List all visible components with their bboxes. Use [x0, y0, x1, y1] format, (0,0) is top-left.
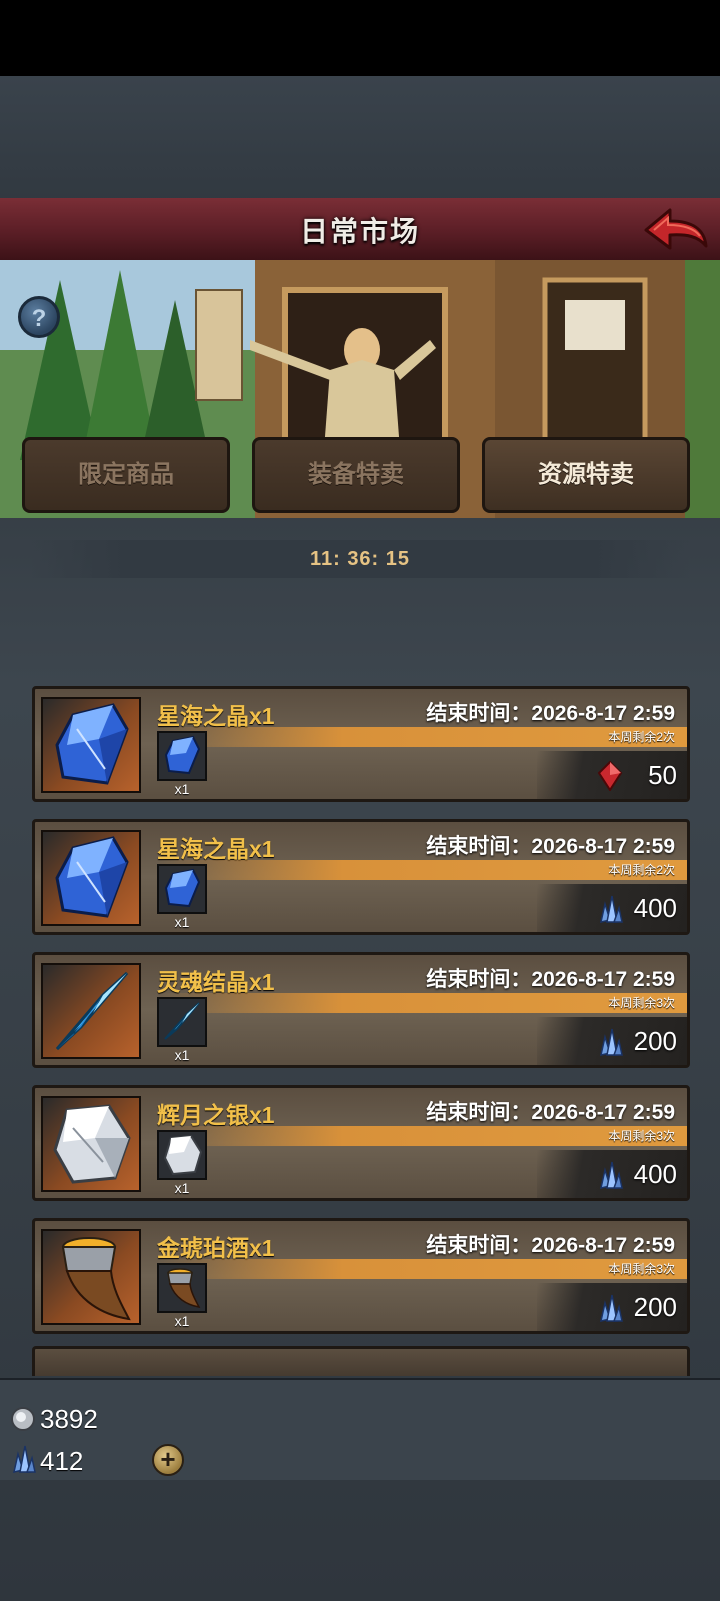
back-arrow-icon: [644, 208, 708, 250]
question-mark-icon: ?: [31, 305, 47, 332]
blue-crystal-icon: [55, 703, 129, 785]
end-time: 结束时间：2026-8-17 2:59: [426, 702, 675, 725]
plus-icon: +: [160, 1444, 176, 1474]
item-name: 辉月之银x1: [157, 1102, 275, 1128]
item-name: 金琥珀酒x1: [157, 1235, 275, 1261]
amber-horn-icon: [167, 1268, 201, 1308]
silver-amount: 3892: [40, 1404, 98, 1434]
status-bar: [0, 0, 720, 76]
weekly-remaining: 本周剩余3次: [608, 1129, 675, 1143]
back-button[interactable]: [640, 204, 710, 254]
item-name: 星海之晶x1: [157, 836, 275, 862]
item-name: 星海之晶x1: [157, 703, 275, 729]
end-time: 结束时间：2026-8-17 2:59: [426, 968, 675, 991]
reward-quantity: x1: [174, 1180, 190, 1196]
crystal-cluster-icon: [600, 1028, 623, 1056]
tab-resource-sale[interactable]: 资源特卖: [482, 437, 690, 513]
crystal-cluster-icon: [13, 1445, 36, 1473]
weekly-remaining: 本周剩余2次: [608, 730, 675, 744]
page-title: 日常市场: [299, 216, 420, 247]
silver-coin-icon: [11, 1407, 35, 1431]
resource-bar: [0, 1378, 720, 1480]
crystal-amount: 412: [40, 1446, 84, 1476]
item-portrait: [41, 1229, 141, 1325]
item-portrait: [41, 830, 141, 926]
crystal-cluster-icon: [600, 895, 623, 923]
reward-slot: [157, 864, 207, 914]
reward-quantity: x1: [174, 1313, 190, 1329]
end-time: 结束时间：2026-8-17 2:59: [426, 1234, 675, 1257]
reward-quantity: x1: [174, 914, 190, 930]
soul-crystal-icon: [164, 1002, 200, 1040]
tab-equipment-sale[interactable]: 装备特卖: [252, 437, 460, 513]
end-time: 结束时间：2026-8-17 2:59: [426, 1101, 675, 1124]
reward-quantity: x1: [174, 781, 190, 797]
blue-crystal-icon: [164, 735, 201, 775]
end-time: 结束时间：2026-8-17 2:59: [426, 835, 675, 858]
offer-card[interactable]: 星海之晶x1 结束时间：2026-8-17 2:59 本周剩余2次 x1 50: [32, 686, 690, 802]
price: 400: [633, 1159, 677, 1189]
blue-crystal-icon: [164, 868, 201, 908]
refresh-timer: 11: 36: 15: [30, 540, 690, 578]
blue-crystal-icon: [55, 836, 129, 918]
silver-ore-icon: [163, 1134, 203, 1176]
item-portrait: [41, 697, 141, 793]
reward-slot: [157, 997, 207, 1047]
item-portrait: [41, 1096, 141, 1192]
item-portrait: [41, 963, 141, 1059]
offer-card[interactable]: 辉月之银x1 结束时间：2026-8-17 2:59 本周剩余3次 x1 400: [32, 1085, 690, 1201]
crystal-cluster-icon: [600, 1161, 623, 1189]
item-name: 灵魂结晶x1: [157, 969, 275, 995]
title-bar: 日常市场: [0, 198, 720, 262]
reward-quantity: x1: [174, 1047, 190, 1063]
weekly-remaining: 本周剩余3次: [608, 1262, 675, 1276]
reward-slot: [157, 1263, 207, 1313]
reward-slot: [157, 1130, 207, 1180]
add-crystals-button[interactable]: +: [152, 1444, 184, 1476]
weekly-remaining: 本周剩余3次: [608, 996, 675, 1010]
offer-card-partial: [32, 1346, 690, 1376]
price: 200: [633, 1026, 677, 1056]
price: 50: [648, 760, 677, 790]
price: 400: [633, 893, 677, 923]
weekly-remaining: 本周剩余2次: [608, 863, 675, 877]
offer-card[interactable]: 灵魂结晶x1 结束时间：2026-8-17 2:59 本周剩余3次 x1 200: [32, 952, 690, 1068]
offer-card[interactable]: 金琥珀酒x1 结束时间：2026-8-17 2:59 本周剩余3次 x1 200: [32, 1218, 690, 1334]
reward-slot: [157, 731, 207, 781]
ruby-icon: [597, 761, 623, 791]
crystal-cluster-icon: [600, 1294, 623, 1322]
price: 200: [633, 1292, 677, 1322]
amber-horn-icon: [61, 1237, 131, 1321]
help-button[interactable]: ?: [18, 296, 60, 338]
silver-ore-icon: [53, 1104, 131, 1184]
tab-limited-items[interactable]: 限定商品: [22, 437, 230, 513]
soul-crystal-icon: [55, 971, 129, 1051]
offer-card[interactable]: 星海之晶x1 结束时间：2026-8-17 2:59 本周剩余2次 x1 400: [32, 819, 690, 935]
